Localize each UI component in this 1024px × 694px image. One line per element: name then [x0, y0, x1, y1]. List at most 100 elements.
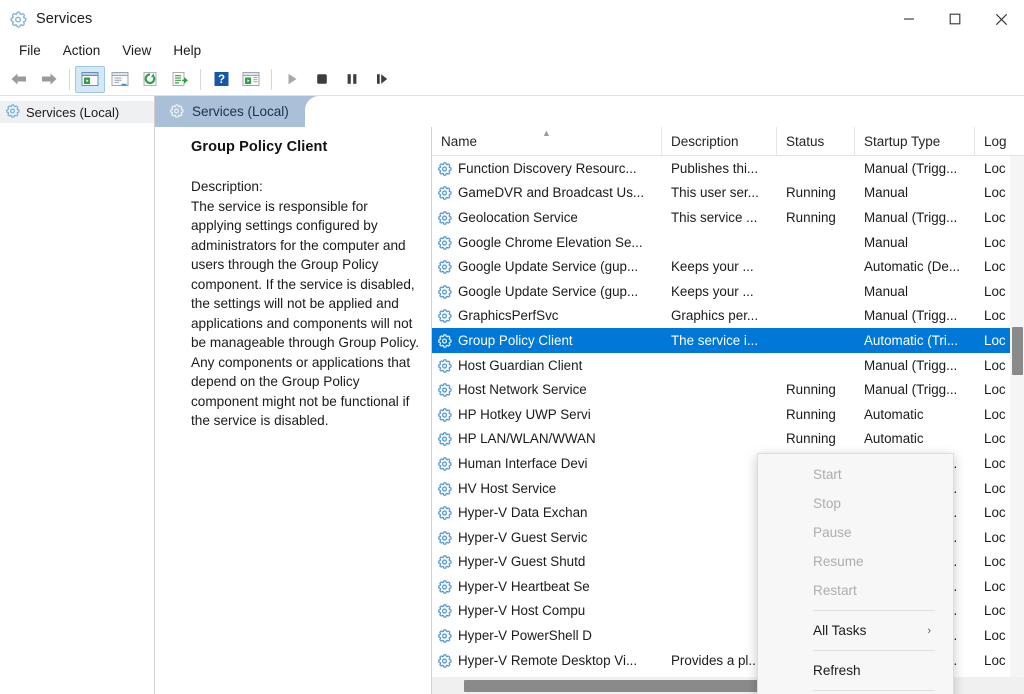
table-row[interactable]: Google Update Service (gup... Keeps your …	[432, 254, 1024, 279]
menu-item-label: Restart	[813, 583, 857, 598]
vertical-scrollbar[interactable]	[1010, 156, 1024, 694]
back-icon[interactable]	[4, 66, 34, 93]
service-details-pane: Group Policy Client Description: The ser…	[155, 127, 432, 694]
menu-bar: File Action View Help	[0, 38, 1024, 63]
table-row[interactable]: Host Network ServiceRunningManual (Trigg…	[432, 377, 1024, 402]
table-row[interactable]: Google Chrome Elevation Se...ManualLoc	[432, 230, 1024, 255]
tab-services-local[interactable]: Services (Local)	[155, 96, 305, 127]
cell-name: Function Discovery Resourc...	[432, 161, 662, 176]
minimize-icon[interactable]	[886, 0, 932, 38]
cell-name: Hyper-V Heartbeat Se	[432, 579, 662, 594]
table-row[interactable]: Group Policy ClientThe service i...Autom…	[432, 328, 1024, 353]
column-header-label: Description	[671, 134, 739, 149]
service-gear-icon	[437, 579, 452, 594]
table-row[interactable]: HP LAN/WLAN/WWANRunningAutomaticLoc	[432, 427, 1024, 452]
services-gear-icon	[5, 103, 20, 121]
cell-name: Hyper-V Guest Shutd	[432, 554, 662, 569]
menu-action[interactable]: Action	[52, 41, 112, 60]
service-gear-icon	[437, 628, 452, 643]
column-header-status[interactable]: Status	[777, 127, 855, 155]
tab-strip: Services (Local)	[155, 96, 1024, 127]
column-header-label: Status	[786, 134, 824, 149]
cell-name: HP Hotkey UWP Servi	[432, 407, 662, 422]
cell-description: Publishes thi...	[662, 161, 777, 176]
export-list-icon[interactable]	[105, 66, 135, 93]
table-row[interactable]: GraphicsPerfSvcGraphics per...Manual (Tr…	[432, 304, 1024, 329]
service-gear-icon	[437, 308, 452, 323]
table-row[interactable]: HP Hotkey UWP ServiRunningAutomaticLoc	[432, 402, 1024, 427]
menu-item-restart: Restart	[758, 576, 953, 605]
cell-name-label: Hyper-V Guest Shutd	[458, 554, 585, 569]
vertical-scrollbar-thumb[interactable]	[1012, 327, 1023, 375]
cell-startup-type: Manual (Trigg...	[855, 210, 975, 225]
services-gear-icon	[169, 103, 184, 121]
cell-name-label: GraphicsPerfSvc	[458, 308, 558, 323]
cell-startup-type: Manual	[855, 284, 975, 299]
help-icon[interactable]: ?	[206, 66, 236, 93]
cell-name: Host Network Service	[432, 382, 662, 397]
toolbar: ?	[0, 63, 1024, 96]
cell-name-label: Human Interface Devi	[458, 456, 588, 471]
window-title: Services	[36, 11, 92, 27]
cell-description: Keeps your ...	[662, 259, 777, 274]
menu-file[interactable]: File	[8, 41, 52, 60]
tab-label: Services (Local)	[192, 104, 289, 119]
cell-name: Google Update Service (gup...	[432, 259, 662, 274]
close-icon[interactable]	[978, 0, 1024, 38]
cell-name: Hyper-V PowerShell D	[432, 628, 662, 643]
column-header-startup-type[interactable]: Startup Type	[855, 127, 975, 155]
menu-item-all-tasks[interactable]: All Tasks›	[758, 616, 953, 645]
pause-service-icon[interactable]	[337, 66, 367, 93]
properties-icon[interactable]	[165, 66, 195, 93]
column-header-log-on-as[interactable]: Log	[975, 127, 1024, 155]
service-gear-icon	[437, 431, 452, 446]
cell-name: Hyper-V Data Exchan	[432, 505, 662, 520]
stop-service-icon[interactable]	[307, 66, 337, 93]
cell-name: HV Host Service	[432, 481, 662, 496]
cell-status: Running	[777, 185, 855, 200]
menu-view[interactable]: View	[111, 41, 162, 60]
table-row[interactable]: Host Guardian ClientManual (Trigg...Loc	[432, 353, 1024, 378]
menu-item-refresh[interactable]: Refresh	[758, 656, 953, 685]
restart-service-icon[interactable]	[367, 66, 397, 93]
column-header-description[interactable]: Description	[662, 127, 777, 155]
cell-name-label: Hyper-V PowerShell D	[458, 628, 592, 643]
cell-description: Keeps your ...	[662, 284, 777, 299]
submenu-arrow-icon: ›	[927, 625, 931, 637]
cell-name: Host Guardian Client	[432, 358, 662, 373]
table-row[interactable]: GameDVR and Broadcast Us...This user ser…	[432, 181, 1024, 206]
sort-ascending-icon: ▲	[542, 129, 551, 138]
service-gear-icon	[437, 456, 452, 471]
maximize-icon[interactable]	[932, 0, 978, 38]
start-service-icon[interactable]	[277, 66, 307, 93]
column-header-name[interactable]: ▲ Name	[432, 127, 662, 155]
table-row[interactable]: Function Discovery Resourc...Publishes t…	[432, 156, 1024, 181]
cell-name: Group Policy Client	[432, 333, 662, 348]
forward-icon[interactable]	[34, 66, 64, 93]
service-gear-icon	[437, 185, 452, 200]
cell-status: Running	[777, 407, 855, 422]
list-header: ▲ Name Description Status Startup Type L…	[432, 127, 1024, 156]
sidebar-item-services-local[interactable]: Services (Local)	[0, 101, 154, 123]
cell-startup-type: Automatic (Tri...	[855, 333, 975, 348]
menu-item-start: Start	[758, 460, 953, 489]
cell-name: Google Chrome Elevation Se...	[432, 235, 662, 250]
table-row[interactable]: Geolocation ServiceThis service ...Runni…	[432, 205, 1024, 230]
refresh-icon[interactable]	[135, 66, 165, 93]
svg-text:?: ?	[217, 74, 224, 86]
service-gear-icon	[437, 259, 452, 274]
cell-name-label: Hyper-V Host Compu	[458, 603, 585, 618]
cell-startup-type: Automatic (De...	[855, 259, 975, 274]
context-menu[interactable]: StartStopPauseResumeRestartAll Tasks›Ref…	[757, 453, 954, 694]
cell-name-label: HV Host Service	[458, 481, 556, 496]
column-header-label: Log	[984, 134, 1007, 149]
show-hide-console-tree-icon[interactable]	[75, 66, 105, 93]
cell-name-label: Google Update Service (gup...	[458, 259, 638, 274]
menu-help[interactable]: Help	[162, 41, 212, 60]
service-gear-icon	[437, 530, 452, 545]
table-row[interactable]: Google Update Service (gup...Keeps your …	[432, 279, 1024, 304]
show-action-pane-icon[interactable]	[236, 66, 266, 93]
cell-name: Geolocation Service	[432, 210, 662, 225]
cell-startup-type: Automatic	[855, 407, 975, 422]
cell-startup-type: Manual (Trigg...	[855, 382, 975, 397]
